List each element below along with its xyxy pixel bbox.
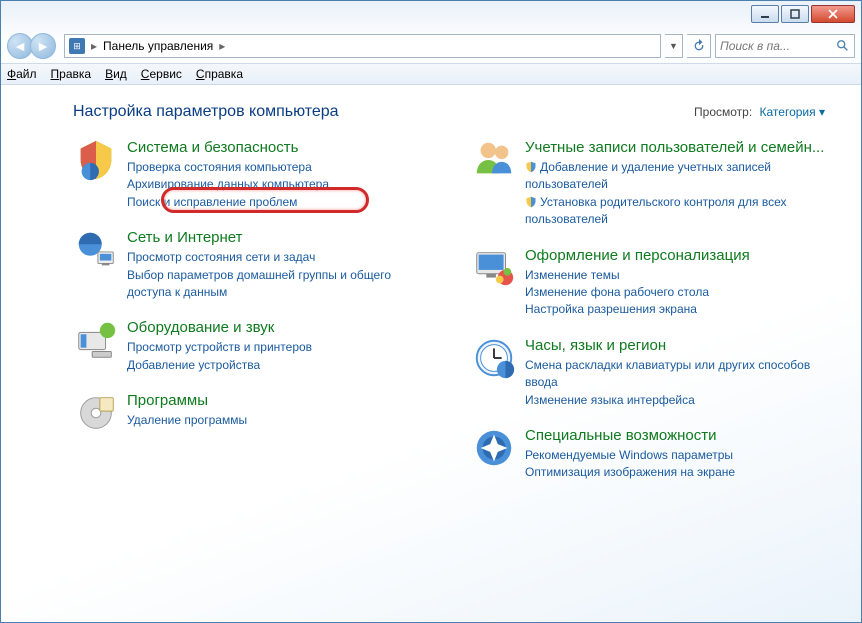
breadcrumb[interactable]: ⊞ ▸ Панель управления ▸ <box>64 34 661 58</box>
category-title-link[interactable]: Учетные записи пользователей и семейн... <box>525 139 835 157</box>
category-sublink[interactable]: Просмотр устройств и принтеров <box>127 339 437 356</box>
category-title-link[interactable]: Часы, язык и регион <box>525 337 835 355</box>
category-sublink[interactable]: Изменение языка интерфейса <box>525 392 835 409</box>
category-icon <box>471 425 517 471</box>
category-sublink[interactable]: Настройка разрешения экрана <box>525 301 835 318</box>
menu-edit[interactable]: Правка <box>51 67 92 81</box>
category-icon <box>73 137 119 183</box>
category-sublink[interactable]: Установка родительского контроля для все… <box>525 194 835 229</box>
address-history-dropdown[interactable]: ▼ <box>665 34 683 58</box>
category-sublink[interactable]: Проверка состояния компьютера <box>127 159 437 176</box>
category-item: Специальные возможности Рекомендуемые Win… <box>471 425 835 482</box>
view-label: Просмотр: <box>694 105 752 119</box>
menu-file[interactable]: Файл <box>7 67 37 81</box>
category-item: Часы, язык и регион Смена раскладки клави… <box>471 335 835 409</box>
search-placeholder: Поиск в па... <box>720 39 832 53</box>
category-item: Оформление и персонализация Изменение тем… <box>471 245 835 319</box>
menu-view[interactable]: Вид <box>105 67 127 81</box>
category-item: Сеть и Интернет Просмотр состояния сети и… <box>73 227 437 301</box>
breadcrumb-root[interactable]: Панель управления <box>103 39 213 53</box>
heading-row: Настройка параметров компьютера Просмотр… <box>73 103 835 121</box>
category-item: Учетные записи пользователей и семейн...… <box>471 137 835 229</box>
search-icon <box>836 39 850 53</box>
titlebar <box>1 1 861 29</box>
category-sublink[interactable]: Выбор параметров домашней группы и общег… <box>127 267 437 302</box>
menu-help[interactable]: Справка <box>196 67 243 81</box>
control-panel-icon: ⊞ <box>69 38 85 54</box>
category-sublink[interactable]: Просмотр состояния сети и задач <box>127 249 437 266</box>
view-dropdown[interactable]: Категория ▾ <box>760 105 825 119</box>
content-area: Настройка параметров компьютера Просмотр… <box>1 85 861 622</box>
category-title-link[interactable]: Система и безопасность <box>127 139 437 157</box>
nav-arrows: ◄ ► <box>7 33 60 59</box>
category-sublink[interactable]: Добавление устройства <box>127 357 437 374</box>
category-sublink[interactable]: Изменение фона рабочего стола <box>525 284 835 301</box>
category-title-link[interactable]: Оформление и персонализация <box>525 247 835 265</box>
category-title-link[interactable]: Сеть и Интернет <box>127 229 437 247</box>
category-icon <box>471 137 517 183</box>
category-title-link[interactable]: Специальные возможности <box>525 427 835 445</box>
category-icon <box>73 390 119 436</box>
right-column: Учетные записи пользователей и семейн...… <box>471 137 835 498</box>
category-sublink[interactable]: Рекомендуемые Windows параметры <box>525 447 835 464</box>
page-title: Настройка параметров компьютера <box>73 103 339 121</box>
category-item: Программы Удаление программы <box>73 390 437 436</box>
menu-tools[interactable]: Сервис <box>141 67 182 81</box>
category-sublink[interactable]: Смена раскладки клавиатуры или других сп… <box>525 357 835 392</box>
category-sublink[interactable]: Добавление и удаление учетных записей по… <box>525 159 835 194</box>
category-item: Оборудование и звук Просмотр устройств и … <box>73 317 437 374</box>
category-icon <box>73 317 119 363</box>
navigation-bar: ◄ ► ⊞ ▸ Панель управления ▸ ▼ Поиск в па… <box>1 29 861 63</box>
breadcrumb-separator: ▸ <box>219 39 225 53</box>
menu-bar: Файл Правка Вид Сервис Справка <box>1 63 861 85</box>
maximize-button[interactable] <box>781 5 809 23</box>
category-icon <box>471 245 517 291</box>
category-icon <box>471 335 517 381</box>
close-button[interactable] <box>811 5 855 23</box>
refresh-button[interactable] <box>687 34 711 58</box>
category-sublink[interactable]: Поиск и исправление проблем <box>127 194 437 211</box>
control-panel-window: ◄ ► ⊞ ▸ Панель управления ▸ ▼ Поиск в па… <box>0 0 862 623</box>
category-columns: Система и безопасность Проверка состояния… <box>73 137 835 498</box>
category-title-link[interactable]: Оборудование и звук <box>127 319 437 337</box>
category-icon <box>73 227 119 273</box>
forward-button[interactable]: ► <box>30 33 56 59</box>
category-sublink[interactable]: Изменение темы <box>525 267 835 284</box>
category-title-link[interactable]: Программы <box>127 392 437 410</box>
minimize-button[interactable] <box>751 5 779 23</box>
left-column: Система и безопасность Проверка состояния… <box>73 137 437 498</box>
category-sublink[interactable]: Удаление программы <box>127 412 437 429</box>
category-sublink[interactable]: Архивирование данных компьютера <box>127 176 437 193</box>
category-item: Система и безопасность Проверка состояния… <box>73 137 437 211</box>
breadcrumb-separator: ▸ <box>91 39 97 53</box>
category-sublink[interactable]: Оптимизация изображения на экране <box>525 464 835 481</box>
search-input[interactable]: Поиск в па... <box>715 34 855 58</box>
view-selector: Просмотр: Категория ▾ <box>694 105 825 119</box>
